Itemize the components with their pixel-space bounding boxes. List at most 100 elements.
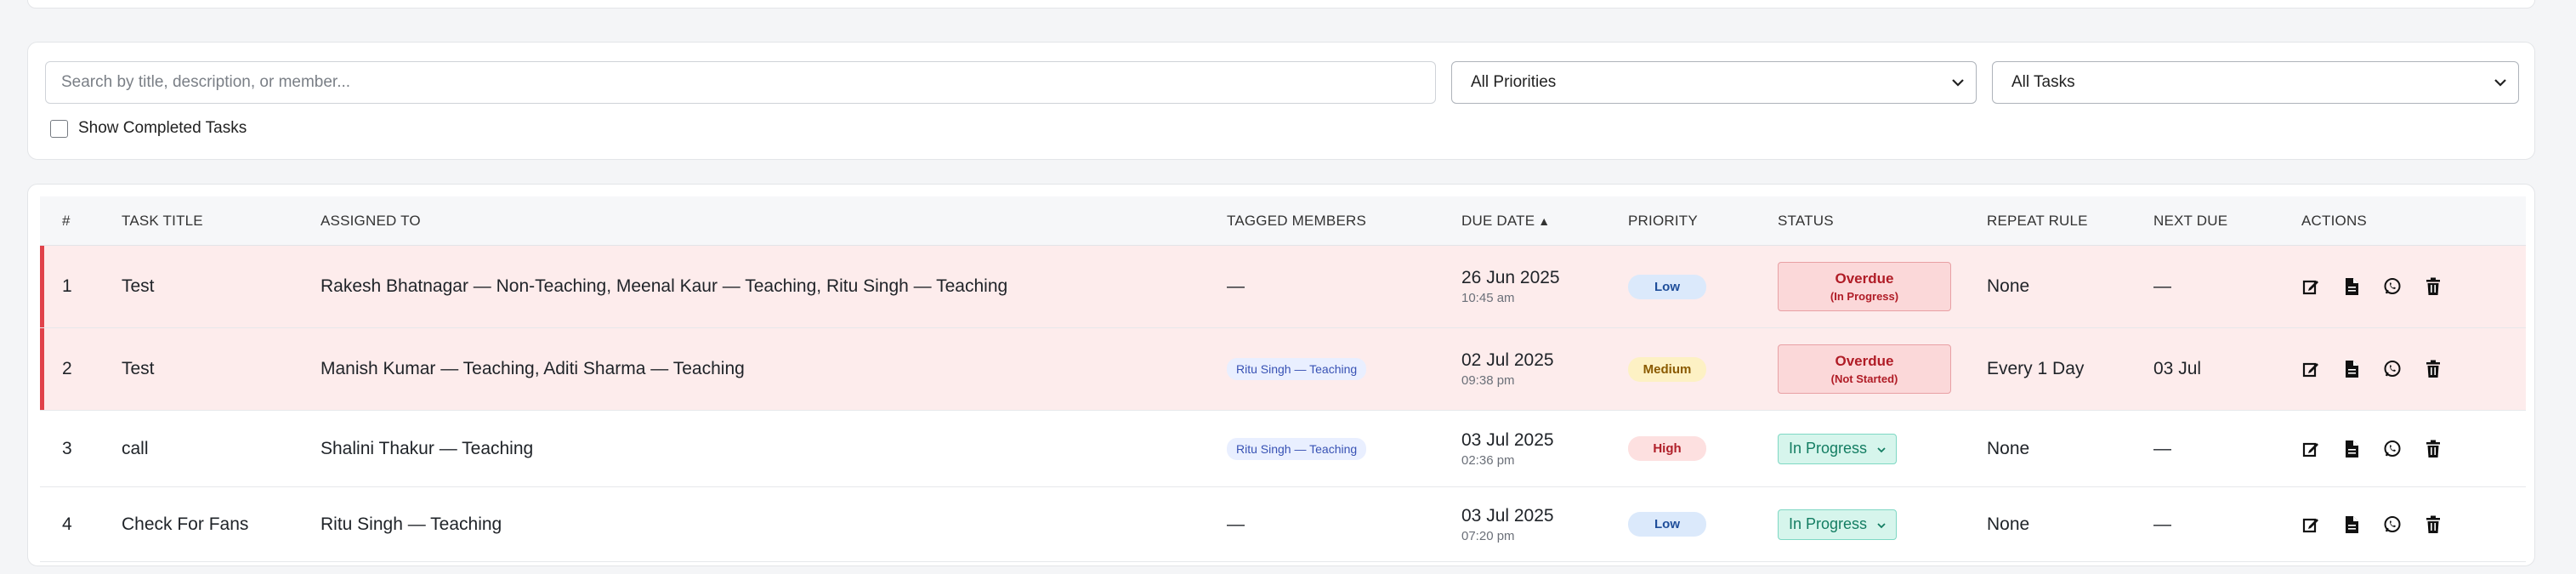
member-tag: Ritu Singh — Teaching xyxy=(1227,358,1367,380)
priority-cell: Low xyxy=(1628,246,1706,327)
row-actions xyxy=(2301,246,2443,327)
document-icon[interactable] xyxy=(2342,515,2361,534)
show-completed-label: Show Completed Tasks xyxy=(78,119,247,137)
due-date-value: 26 Jun 2025 xyxy=(1461,268,1560,287)
whatsapp-icon[interactable] xyxy=(2383,277,2402,296)
tasks-table: # TASK TITLE ASSIGNED TO TAGGED MEMBERS … xyxy=(27,184,2535,566)
document-icon[interactable] xyxy=(2342,360,2361,378)
row-number: 2 xyxy=(62,359,72,378)
due-date: 26 Jun 2025 10:45 am xyxy=(1461,246,1560,327)
status-label: In Progress xyxy=(1789,515,1868,532)
priority-cell: Medium xyxy=(1628,328,1706,410)
header-repeat-rule[interactable]: REPEAT RULE xyxy=(1987,196,2088,246)
sort-ascending-icon: ▲ xyxy=(1538,214,1551,228)
table-row: 1 Test Rakesh Bhatnagar — Non-Teaching, … xyxy=(40,246,2526,328)
header-next-due[interactable]: NEXT DUE xyxy=(2153,196,2227,246)
header-tagged-members[interactable]: TAGGED MEMBERS xyxy=(1227,196,1366,246)
row-number: 4 xyxy=(62,514,72,534)
due-time-value: 10:45 am xyxy=(1461,291,1515,305)
tagged-members: — xyxy=(1227,276,1245,296)
edit-icon[interactable] xyxy=(2301,515,2320,534)
header-status[interactable]: STATUS xyxy=(1778,196,1834,246)
edit-icon[interactable] xyxy=(2301,440,2320,458)
chevron-down-icon xyxy=(1877,515,1886,533)
trash-icon[interactable] xyxy=(2424,515,2443,534)
whatsapp-icon[interactable] xyxy=(2383,440,2402,458)
trash-icon[interactable] xyxy=(2424,360,2443,378)
priority-cell: Low xyxy=(1628,487,1706,561)
row-actions xyxy=(2301,328,2443,410)
repeat-rule: None xyxy=(1987,514,2030,534)
tagged-members: Ritu Singh — Teaching xyxy=(1227,328,1367,410)
status-cell: Overdue (Not Started) xyxy=(1778,328,1951,410)
due-date: 02 Jul 2025 09:38 pm xyxy=(1461,328,1554,410)
priority-filter-select[interactable]: All Priorities xyxy=(1451,61,1977,104)
chevron-down-icon xyxy=(1877,440,1886,457)
row-actions xyxy=(2301,487,2443,561)
table-row: 3 call Shalini Thakur — Teaching Ritu Si… xyxy=(40,411,2526,487)
status-dropdown[interactable]: In Progress xyxy=(1778,509,1898,540)
document-icon[interactable] xyxy=(2342,440,2361,458)
status-cell: In Progress xyxy=(1778,487,1898,561)
whatsapp-icon[interactable] xyxy=(2383,515,2402,534)
task-filter-select[interactable]: All Tasks xyxy=(1992,61,2519,104)
header-num: # xyxy=(62,213,71,229)
priority-cell: High xyxy=(1628,411,1706,486)
due-date-value: 02 Jul 2025 xyxy=(1461,350,1554,370)
status-cell: Overdue (In Progress) xyxy=(1778,246,1951,327)
status-label: Overdue xyxy=(1835,270,1894,287)
table-row: 2 Test Manish Kumar — Teaching, Aditi Sh… xyxy=(40,328,2526,411)
search-input[interactable] xyxy=(45,61,1436,104)
top-card-remnant xyxy=(27,0,2535,9)
show-completed-checkbox[interactable] xyxy=(50,119,68,138)
tagged-members: Ritu Singh — Teaching xyxy=(1227,411,1367,486)
assigned-to: Ritu Singh — Teaching xyxy=(321,514,502,534)
status-sublabel: (Not Started) xyxy=(1830,372,1898,385)
header-priority[interactable]: PRIORITY xyxy=(1628,196,1698,246)
repeat-rule: None xyxy=(1987,438,2030,458)
repeat-rule: None xyxy=(1987,276,2030,296)
next-due: 03 Jul xyxy=(2153,359,2202,378)
edit-icon[interactable] xyxy=(2301,277,2320,296)
priority-filter-value: All Priorities xyxy=(1471,73,1557,91)
chevron-down-icon xyxy=(1952,78,1964,87)
due-time-value: 09:38 pm xyxy=(1461,373,1515,388)
due-time-value: 07:20 pm xyxy=(1461,528,1515,543)
show-completed-toggle[interactable]: Show Completed Tasks xyxy=(50,119,247,138)
member-tag: Ritu Singh — Teaching xyxy=(1227,437,1367,460)
next-due: — xyxy=(2153,276,2171,296)
status-sublabel: (In Progress) xyxy=(1830,290,1899,303)
due-date-value: 03 Jul 2025 xyxy=(1461,505,1554,526)
status-dropdown[interactable]: In Progress xyxy=(1778,433,1898,464)
task-filter-value: All Tasks xyxy=(2011,73,2075,91)
header-task-title[interactable]: TASK TITLE xyxy=(122,196,203,246)
header-actions: ACTIONS xyxy=(2301,213,2367,229)
task-title: Test xyxy=(122,359,155,378)
trash-icon[interactable] xyxy=(2424,440,2443,458)
assigned-to: Shalini Thakur — Teaching xyxy=(321,438,534,458)
due-date: 03 Jul 2025 07:20 pm xyxy=(1461,487,1554,561)
due-date: 03 Jul 2025 02:36 pm xyxy=(1461,411,1554,486)
priority-badge: Medium xyxy=(1628,356,1706,382)
header-assigned-to[interactable]: ASSIGNED TO xyxy=(321,196,421,246)
due-time-value: 02:36 pm xyxy=(1461,452,1515,468)
table-row: 4 Check For Fans Ritu Singh — Teaching —… xyxy=(40,487,2526,562)
status-label: In Progress xyxy=(1789,440,1868,457)
status-badge-overdue: Overdue (In Progress) xyxy=(1778,262,1951,311)
repeat-rule: Every 1 Day xyxy=(1987,359,2085,378)
whatsapp-icon[interactable] xyxy=(2383,360,2402,378)
due-date-value: 03 Jul 2025 xyxy=(1461,429,1554,450)
status-badge-overdue: Overdue (Not Started) xyxy=(1778,344,1951,394)
task-title: Test xyxy=(122,276,155,296)
header-due-date[interactable]: DUE DATE ▲ xyxy=(1461,196,1550,246)
edit-icon[interactable] xyxy=(2301,360,2320,378)
row-number: 1 xyxy=(62,276,72,296)
trash-icon[interactable] xyxy=(2424,277,2443,296)
document-icon[interactable] xyxy=(2342,277,2361,296)
next-due: — xyxy=(2153,438,2171,458)
row-number: 3 xyxy=(62,438,72,458)
priority-badge: Low xyxy=(1628,512,1706,537)
header-due-date-label: DUE DATE xyxy=(1461,213,1535,229)
priority-badge: Low xyxy=(1628,274,1706,299)
assigned-to: Rakesh Bhatnagar — Non-Teaching, Meenal … xyxy=(321,276,1008,296)
